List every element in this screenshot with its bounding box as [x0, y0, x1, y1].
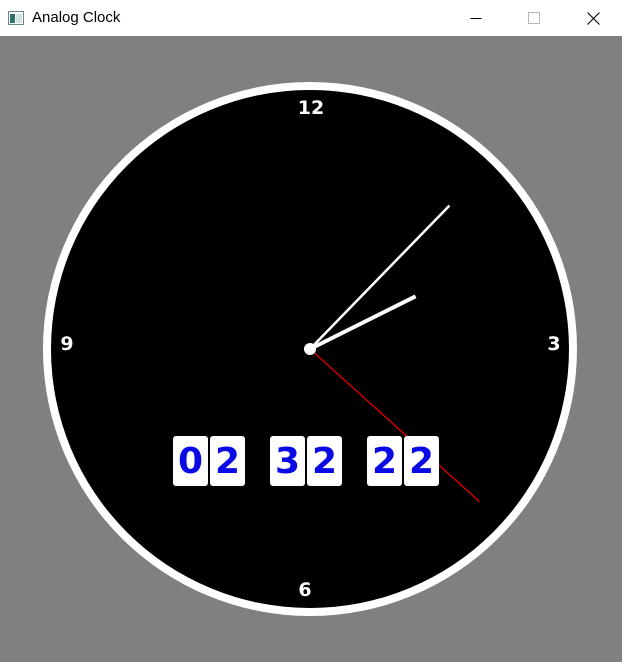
minimize-icon — [470, 18, 482, 19]
hour-digit-2: 2 — [210, 436, 245, 486]
app-window: Analog Clock 12 3 6 9 0 2 3 2 2 2 — [0, 0, 622, 662]
title-bar[interactable]: Analog Clock — [0, 0, 622, 36]
window-title: Analog Clock — [32, 9, 121, 26]
close-button[interactable] — [564, 0, 622, 36]
maximize-button[interactable] — [505, 0, 563, 36]
hub-dot — [304, 343, 316, 355]
marker-6: 6 — [298, 579, 311, 601]
maximize-icon — [528, 12, 540, 24]
minimize-button[interactable] — [447, 0, 505, 36]
minute-digit-2: 2 — [307, 436, 342, 486]
marker-9: 9 — [60, 333, 73, 355]
clock-area: 12 3 6 9 0 2 3 2 2 2 — [0, 36, 622, 662]
app-window-icon — [8, 11, 24, 25]
minute-digit-1: 3 — [270, 436, 305, 486]
close-icon — [586, 11, 600, 25]
clock-canvas: 12 3 6 9 — [43, 82, 577, 616]
marker-12: 12 — [298, 97, 324, 119]
second-digit-2: 2 — [404, 436, 439, 486]
second-digit-1: 2 — [367, 436, 402, 486]
hour-digit-1: 0 — [173, 436, 208, 486]
marker-3: 3 — [547, 333, 560, 355]
